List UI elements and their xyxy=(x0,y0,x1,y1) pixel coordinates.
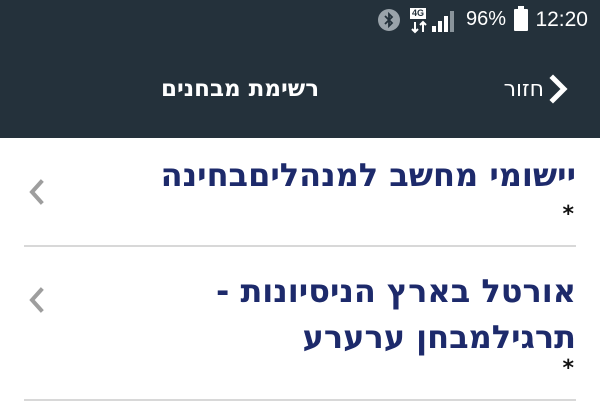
list-item-note: * xyxy=(562,356,574,381)
bluetooth-icon xyxy=(378,9,400,31)
chevron-right-icon xyxy=(549,74,568,104)
status-bar: 4G 96% 12:20 xyxy=(0,0,600,40)
toolbar: חזור רשימת מבחנים xyxy=(0,60,600,118)
battery-percent: 96% xyxy=(465,8,506,30)
app-header: 4G 96% 12:20 חזור רשימת מבחנים xyxy=(0,0,600,138)
list-item-title-line: תרגילמבחן ערערע xyxy=(302,318,576,356)
list-item-title-line: אורטל בארץ הניסיונות - xyxy=(216,272,576,310)
battery-icon xyxy=(514,6,528,31)
test-list: יישומי מחשב למנהליםבחינה * אורטל בארץ הנ… xyxy=(0,138,600,401)
chevron-left-icon xyxy=(29,287,44,313)
signal-icon xyxy=(432,11,454,32)
data-arrows-icon xyxy=(411,20,427,34)
page-title: רשימת מבחנים xyxy=(160,76,320,102)
status-time: 12:20 xyxy=(535,8,588,31)
back-button[interactable]: חזור xyxy=(470,60,570,118)
divider xyxy=(24,399,576,401)
list-item[interactable]: אורטל בארץ הניסיונות - תרגילמבחן ערערע * xyxy=(0,138,600,401)
list-item-title: אורטל בארץ הניסיונות - תרגילמבחן ערערע xyxy=(76,268,576,360)
back-label: חזור xyxy=(503,76,544,102)
